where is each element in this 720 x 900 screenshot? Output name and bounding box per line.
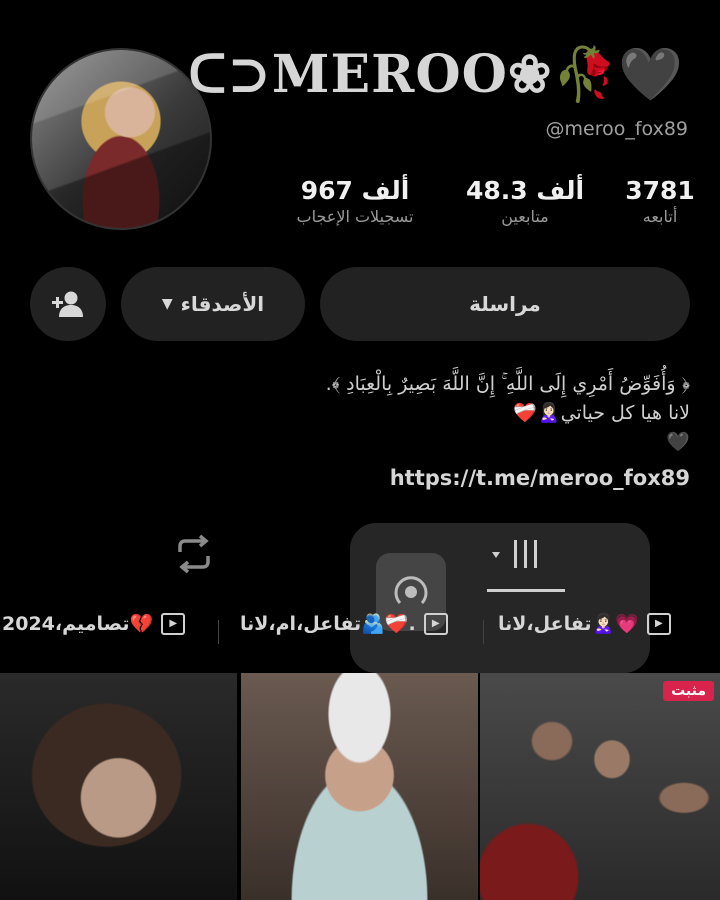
bio-link[interactable]: https://t.me/meroo_fox89 [390, 466, 690, 490]
message-label: مراسلة [469, 292, 541, 316]
stat-following[interactable]: 3781 أتابعه [610, 176, 710, 226]
stat-likes-label: تسجيلات الإعجاب [296, 207, 414, 226]
avatar[interactable] [30, 48, 212, 230]
message-button[interactable]: مراسلة [320, 267, 690, 341]
playlist-label: تفاعل،لانا🙎🏻‍♀️💗 [498, 613, 639, 635]
stat-followers[interactable]: 48.3 ألف متابعين [460, 176, 590, 226]
playlist-label: تفاعل،ام،لانا🫂❤️‍🩹. [240, 613, 416, 635]
chevron-down-icon: ▼ [161, 296, 173, 312]
play-icon: ▶ [646, 612, 671, 635]
tab-indicator [487, 589, 565, 592]
stat-likes-value: 967 ألف [300, 176, 410, 205]
display-name: ᑕ⊃MEROO❀🥀🖤 [188, 44, 684, 105]
bio-line-1: ﴿ وَأُفَوِّضُ أَمْرِي إِلَى اللَّهِ ۚ إِ… [325, 373, 690, 395]
repost-icon[interactable] [172, 534, 216, 578]
play-icon: ▶ [161, 612, 186, 635]
playlist-item[interactable]: تفاعل،لانا🙎🏻‍♀️💗 ▶ [498, 612, 671, 635]
stat-followers-value: 48.3 ألف [465, 176, 585, 205]
divider [218, 620, 219, 644]
playlist-item[interactable]: تصاميم،2024💔 ▶ [2, 612, 186, 635]
stat-following-label: أتابعه [642, 207, 678, 226]
friends-button[interactable]: ▼ الأصدقاء [121, 267, 305, 341]
play-icon: ▶ [423, 612, 448, 635]
pinned-badge: مثبت [663, 681, 714, 701]
bio-line-2: لانا هيا كل حياتي🙎🏻‍♀️❤️‍🩹 [513, 402, 690, 424]
playlist-item[interactable]: تفاعل،ام،لانا🫂❤️‍🩹. ▶ [240, 612, 448, 635]
playlist-label: تصاميم،2024💔 [2, 613, 154, 635]
video-thumbnail[interactable] [241, 673, 478, 900]
username: @meroo_fox89 [545, 118, 689, 140]
bio: ﴿ وَأُفَوِّضُ أَمْرِي إِلَى اللَّهِ ۚ إِ… [50, 370, 690, 457]
bio-line-3: 🖤 [666, 431, 690, 453]
stat-following-value: 3781 [625, 176, 695, 205]
sort-icon[interactable] [490, 538, 550, 578]
add-friend-button[interactable] [30, 267, 106, 341]
stat-likes[interactable]: 967 ألف تسجيلات الإعجاب [270, 176, 440, 226]
video-thumbnail[interactable] [0, 673, 237, 900]
stat-followers-label: متابعين [501, 207, 549, 226]
video-thumbnail[interactable]: مثبت [480, 673, 720, 900]
divider [483, 620, 484, 644]
add-user-icon [52, 291, 83, 317]
friends-label: الأصدقاء [180, 292, 265, 316]
